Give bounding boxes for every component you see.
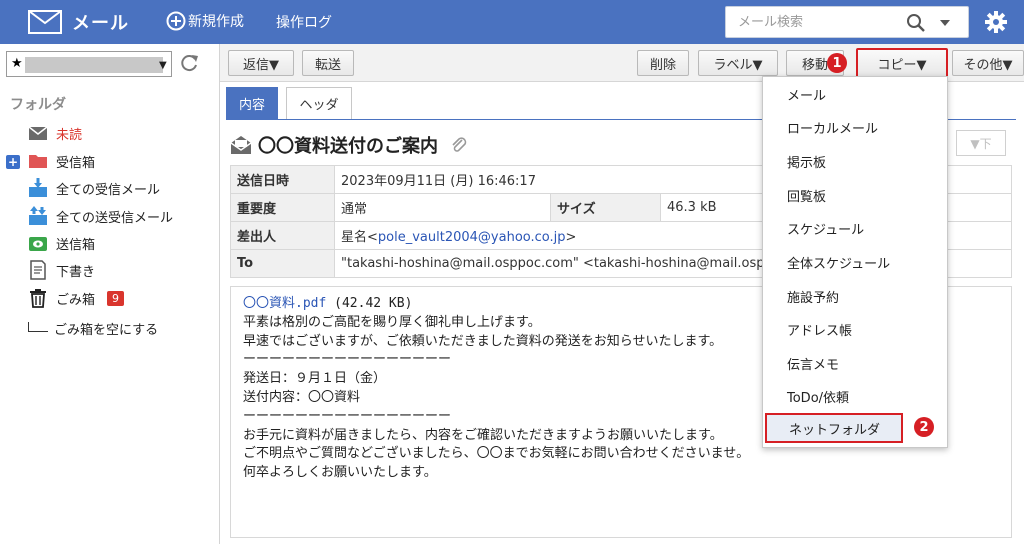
body-line: 何卒よろしくお願いいたします。 <box>243 465 437 481</box>
subject-row: 〇〇資料送付のご案内 <box>230 132 468 158</box>
to-label: To <box>230 249 335 278</box>
copy-button[interactable]: コピー▼ <box>856 48 948 78</box>
body-line: ご不明点やご質問などございましたら、〇〇までお気軽にお問い合わせくださいませ。 <box>243 446 750 462</box>
search-box <box>725 6 969 38</box>
inbox-updown-icon <box>29 206 47 225</box>
account-select[interactable]: ★ ▼ <box>6 51 172 77</box>
sidebar-item-label: ごみ箱 <box>56 292 96 308</box>
unread-mail-icon <box>28 126 48 140</box>
sidebar-item-label: 下書き <box>56 264 96 280</box>
expand-inbox-icon[interactable]: + <box>6 155 20 169</box>
mail-icon <box>28 10 62 34</box>
sidebar: ★ ▼ フォルダ + 未読 受信箱 全ての受信メール 全ての送受信メール 送信箱… <box>0 44 220 544</box>
from-close: > <box>565 230 577 245</box>
copy-menu-item-circular[interactable]: 回覧板 <box>763 180 947 210</box>
sidebar-item-label: 全ての受信メール <box>56 182 161 198</box>
from-email-link[interactable]: pole_vault2004@yahoo.co.jp <box>378 230 566 245</box>
trash-icon <box>30 289 46 308</box>
sidebar-item-all-sent-received[interactable]: 全ての送受信メール <box>28 204 173 228</box>
sidebar-item-label: 未読 <box>56 127 83 143</box>
other-button[interactable]: その他▼ <box>952 50 1024 76</box>
copy-menu-item-schedule[interactable]: スケジュール <box>763 213 947 243</box>
reply-button[interactable]: 返信▼ <box>228 50 294 76</box>
copy-menu: メール ローカルメール 掲示板 回覧板 スケジュール 全体スケジュール 施設予約… <box>762 76 948 448</box>
new-mail-button[interactable]: 新規作成 <box>166 11 244 31</box>
operation-log-link[interactable]: 操作ログ <box>276 12 332 32</box>
sidebar-item-unread[interactable]: 未読 <box>28 121 82 145</box>
sidebar-item-trash[interactable]: ごみ箱 9 <box>28 286 125 310</box>
gear-icon[interactable] <box>984 10 1008 34</box>
sidebar-item-all-received[interactable]: 全ての受信メール <box>28 176 160 200</box>
next-message-button[interactable]: ▼下 <box>956 130 1006 156</box>
empty-trash-link[interactable]: ごみ箱を空にする <box>28 319 158 338</box>
sidebar-item-outbox[interactable]: 送信箱 <box>28 231 95 255</box>
copy-menu-item-bulletin[interactable]: 掲示板 <box>763 146 947 176</box>
outbox-icon <box>29 237 47 251</box>
trash-count-badge: 9 <box>107 290 125 306</box>
delete-button[interactable]: 削除 <box>637 50 689 76</box>
step-2-badge: 2 <box>914 417 934 437</box>
empty-trash-label: ごみ箱を空にする <box>54 323 159 338</box>
account-name-masked <box>25 57 163 73</box>
from-label: 差出人 <box>230 221 335 250</box>
refresh-icon[interactable] <box>178 52 200 74</box>
attachment-size: (42.42 KB) <box>326 296 413 311</box>
copy-menu-item-address-book[interactable]: アドレス帳 <box>763 314 947 344</box>
copy-menu-item-memo[interactable]: 伝言メモ <box>763 348 947 378</box>
size-label: サイズ <box>550 193 661 222</box>
copy-menu-item-todo[interactable]: ToDo/依頼 <box>763 381 947 411</box>
paperclip-icon <box>452 137 467 152</box>
copy-menu-item-facility[interactable]: 施設予約 <box>763 281 947 311</box>
plus-circle-icon <box>166 11 186 31</box>
step-1-badge: 1 <box>827 53 847 73</box>
tab-header[interactable]: ヘッダ <box>286 87 352 119</box>
priority-label: 重要度 <box>230 193 335 222</box>
folder-icon <box>29 155 47 168</box>
sidebar-item-label: 送信箱 <box>56 237 96 253</box>
search-icon[interactable] <box>906 13 926 33</box>
from-name: 星名< <box>341 230 378 245</box>
message-subject: 〇〇資料送付のご案内 <box>258 136 438 157</box>
new-mail-label: 新規作成 <box>188 14 244 30</box>
app-title: メール <box>72 13 129 34</box>
copy-menu-item-all-schedule[interactable]: 全体スケジュール <box>763 247 947 277</box>
app-brand[interactable]: メール <box>28 9 129 35</box>
date-label: 送信日時 <box>230 165 335 194</box>
top-bar: メール 新規作成 操作ログ <box>0 0 1024 44</box>
priority-value: 通常 <box>334 193 551 222</box>
search-input[interactable] <box>726 7 896 37</box>
copy-menu-item-local-mail[interactable]: ローカルメール <box>763 112 947 142</box>
tree-line <box>28 321 48 332</box>
sidebar-item-label: 受信箱 <box>56 155 96 171</box>
account-star: ★ <box>11 56 23 71</box>
sidebar-item-label: 全ての送受信メール <box>56 210 174 226</box>
sidebar-item-drafts[interactable]: 下書き <box>28 258 95 282</box>
sidebar-item-inbox[interactable]: 受信箱 <box>28 149 95 173</box>
chevron-down-icon: ▼ <box>159 60 167 71</box>
tab-content[interactable]: 内容 <box>226 87 278 119</box>
search-options-caret-icon[interactable] <box>940 20 950 26</box>
forward-button[interactable]: 転送 <box>302 50 354 76</box>
inbox-download-icon <box>29 178 47 197</box>
open-mail-icon <box>230 136 252 154</box>
label-button[interactable]: ラベル▼ <box>698 50 778 76</box>
folder-heading: フォルダ <box>10 97 66 113</box>
attachment-link[interactable]: 〇〇資料.pdf <box>243 296 326 311</box>
copy-menu-item-net-folder[interactable]: ネットフォルダ <box>765 413 903 443</box>
draft-document-icon <box>30 260 46 280</box>
copy-menu-item-mail[interactable]: メール <box>763 79 947 109</box>
